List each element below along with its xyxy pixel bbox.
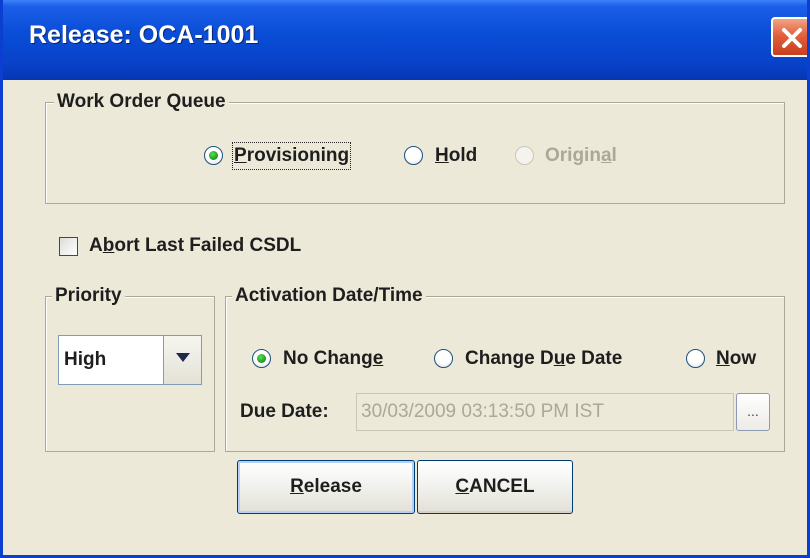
close-icon [782,28,802,48]
now-radio[interactable] [686,349,705,368]
abort-last-failed-csdl-label[interactable]: Abort Last Failed CSDL [89,234,301,258]
release-dialog: Release: OCA-1001 Work Order Queue Provi… [0,0,810,558]
cancel-button[interactable]: CANCEL [417,460,573,514]
original-label[interactable]: Original [545,144,617,168]
hold-label[interactable]: Hold [435,144,477,168]
provisioning-label[interactable]: Provisioning [231,142,352,170]
priority-dropdown-button[interactable] [163,336,201,384]
abort-last-failed-csdl-checkbox[interactable] [59,237,78,256]
work-order-queue-group: Work Order Queue Provisioning Hold Origi… [45,89,785,204]
work-order-queue-legend: Work Order Queue [54,89,229,115]
dialog-body: Work Order Queue Provisioning Hold Origi… [3,80,807,555]
no-change-label[interactable]: No Change [283,347,383,371]
chevron-down-icon [176,353,190,362]
dialog-title: Release: OCA-1001 [29,21,259,49]
priority-legend: Priority [52,283,125,309]
priority-selected-value: High [64,349,107,370]
priority-group: Priority High [45,283,215,452]
due-date-field[interactable]: 30/03/2009 03:13:50 PM IST [356,393,734,431]
title-bar[interactable]: Release: OCA-1001 [3,0,807,80]
change-due-date-label[interactable]: Change Due Date [465,347,622,371]
due-date-label: Due Date: [240,401,329,422]
release-button[interactable]: Release [237,460,415,514]
priority-dropdown[interactable]: High [58,335,202,385]
provisioning-radio[interactable] [204,146,223,165]
change-due-date-radio[interactable] [434,349,453,368]
now-label[interactable]: Now [716,347,756,371]
due-date-picker-button[interactable]: ... [736,393,770,431]
original-radio[interactable] [515,146,534,165]
no-change-radio[interactable] [252,349,271,368]
activation-group: Activation Date/Time No Change Change Du… [225,283,785,452]
close-button[interactable] [771,17,807,57]
hold-radio[interactable] [404,146,423,165]
activation-legend: Activation Date/Time [232,283,426,309]
